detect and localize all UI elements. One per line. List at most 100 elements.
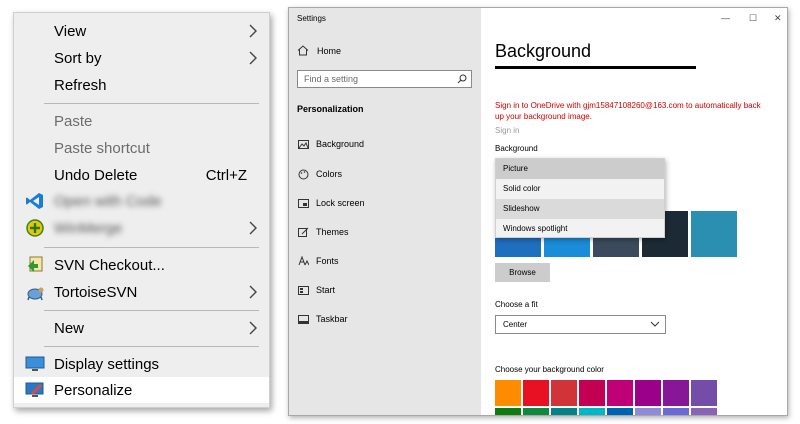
color-swatch[interactable]	[691, 380, 717, 406]
nav-item-label: Fonts	[316, 256, 339, 266]
menu-item-label: View	[54, 22, 87, 40]
color-swatch[interactable]	[495, 408, 521, 415]
background-type-dropdown[interactable]: Picture Solid color Slideshow Windows sp…	[495, 158, 665, 238]
svn-checkout-icon	[24, 255, 46, 275]
screenshot-root: View Sort by Refresh Paste Paste shortcu…	[0, 0, 800, 424]
color-swatch[interactable]	[579, 408, 605, 415]
menu-item-view[interactable]: View	[14, 18, 269, 44]
color-swatch[interactable]	[635, 380, 661, 406]
color-swatch[interactable]	[635, 408, 661, 415]
nav-item-label: Themes	[316, 227, 349, 237]
dropdown-option-solid-color[interactable]: Solid color	[496, 179, 664, 199]
nav-item-start[interactable]: Start	[297, 285, 335, 295]
menu-item-sort-by[interactable]: Sort by	[14, 45, 269, 71]
menu-item-tortoisesvn[interactable]: TortoiseSVN	[14, 279, 269, 305]
nav-item-themes[interactable]: Themes	[297, 227, 349, 237]
image-icon	[297, 139, 309, 149]
menu-item-label: Sort by	[54, 49, 102, 67]
themes-icon	[297, 227, 309, 237]
search-placeholder: Find a setting	[304, 74, 359, 84]
menu-divider	[44, 103, 259, 104]
start-icon	[297, 285, 309, 295]
color-swatch[interactable]	[551, 380, 577, 406]
menu-item-display-settings[interactable]: Display settings	[14, 351, 269, 377]
menu-divider	[44, 346, 259, 347]
fit-select-value: Center	[503, 320, 528, 329]
nav-item-label: Start	[316, 285, 336, 295]
nav-item-label: Lock screen	[316, 198, 365, 208]
nav-item-label: Background	[316, 139, 365, 149]
menu-item-shortcut: Ctrl+Z	[205, 166, 247, 184]
menu-item-label: Refresh	[54, 76, 107, 94]
settings-sidebar: Settings Home Find a setting Personaliza…	[289, 8, 481, 415]
lock-screen-icon	[297, 198, 309, 208]
nav-item-fonts[interactable]: Fonts	[297, 256, 339, 266]
chevron-right-icon	[249, 221, 257, 235]
menu-item-label: Paste	[54, 112, 93, 130]
menu-item-label: New	[54, 319, 85, 337]
menu-item-winmerge[interactable]: WinMerge	[14, 215, 269, 241]
menu-item-label: SVN Checkout...	[54, 256, 165, 274]
color-swatch[interactable]	[523, 408, 549, 415]
nav-item-lock-screen[interactable]: Lock screen	[297, 198, 365, 208]
color-swatch[interactable]	[607, 408, 633, 415]
dropdown-option-windows-spotlight[interactable]: Windows spotlight	[496, 219, 664, 239]
chevron-down-icon	[650, 321, 660, 327]
fit-select[interactable]: Center	[495, 315, 666, 334]
color-swatch[interactable]	[495, 380, 521, 406]
search-input[interactable]: Find a setting	[297, 70, 472, 88]
nav-item-background[interactable]: Background	[297, 139, 364, 149]
fonts-icon	[297, 256, 309, 266]
background-label: Background	[495, 144, 538, 153]
desktop-context-menu: View Sort by Refresh Paste Paste shortcu…	[13, 12, 270, 408]
recent-image-thumb[interactable]	[691, 211, 737, 257]
color-swatch[interactable]	[523, 380, 549, 406]
settings-window: Settings Home Find a setting Personaliza…	[288, 7, 788, 416]
menu-divider	[44, 247, 259, 248]
nav-item-colors[interactable]: Colors	[297, 169, 342, 179]
close-button[interactable]: ✕	[774, 13, 782, 24]
menu-item-label: Paste shortcut	[54, 139, 150, 157]
home-icon	[297, 45, 309, 56]
chevron-right-icon	[249, 51, 257, 65]
color-swatch[interactable]	[691, 408, 717, 415]
menu-item-label: Undo Delete	[54, 166, 138, 184]
chevron-right-icon	[249, 24, 257, 38]
window-title: Settings	[297, 14, 326, 23]
color-swatch[interactable]	[663, 380, 689, 406]
vscode-icon	[24, 191, 46, 211]
fit-label: Choose a fit	[495, 300, 538, 309]
search-icon	[457, 74, 467, 84]
menu-item-paste-shortcut[interactable]: Paste shortcut	[14, 135, 269, 161]
dropdown-option-slideshow[interactable]: Slideshow	[496, 199, 664, 219]
nav-item-label: Colors	[316, 169, 343, 179]
menu-item-open-with-code[interactable]: Open with Code	[14, 188, 269, 214]
dropdown-option-picture[interactable]: Picture	[496, 159, 664, 179]
chevron-right-icon	[249, 285, 257, 299]
nav-item-label: Taskbar	[316, 314, 348, 324]
menu-item-label: Display settings	[54, 355, 160, 373]
section-title: Personalization	[297, 104, 364, 114]
menu-item-paste[interactable]: Paste	[14, 108, 269, 134]
browse-button[interactable]: Browse	[495, 263, 550, 282]
maximize-button[interactable]: ☐	[749, 13, 757, 24]
nav-item-taskbar[interactable]: Taskbar	[297, 314, 348, 324]
add-icon	[24, 218, 46, 238]
color-swatch[interactable]	[579, 380, 605, 406]
palette-icon	[297, 169, 309, 179]
menu-item-personalize[interactable]: Personalize	[14, 377, 269, 403]
sign-in-link[interactable]: Sign in	[495, 126, 519, 135]
menu-item-undo-delete[interactable]: Undo Delete Ctrl+Z	[14, 162, 269, 188]
menu-item-refresh[interactable]: Refresh	[14, 72, 269, 98]
color-swatch[interactable]	[663, 408, 689, 415]
display-icon	[24, 354, 46, 374]
color-swatch[interactable]	[607, 380, 633, 406]
menu-item-new[interactable]: New	[14, 315, 269, 341]
color-swatch-grid	[495, 380, 725, 415]
nav-home[interactable]: Home	[297, 45, 341, 56]
color-swatch[interactable]	[551, 408, 577, 415]
chevron-right-icon	[249, 321, 257, 335]
personalize-icon	[24, 380, 46, 400]
menu-item-svn-checkout[interactable]: SVN Checkout...	[14, 252, 269, 278]
minimize-button[interactable]: —	[721, 13, 730, 23]
